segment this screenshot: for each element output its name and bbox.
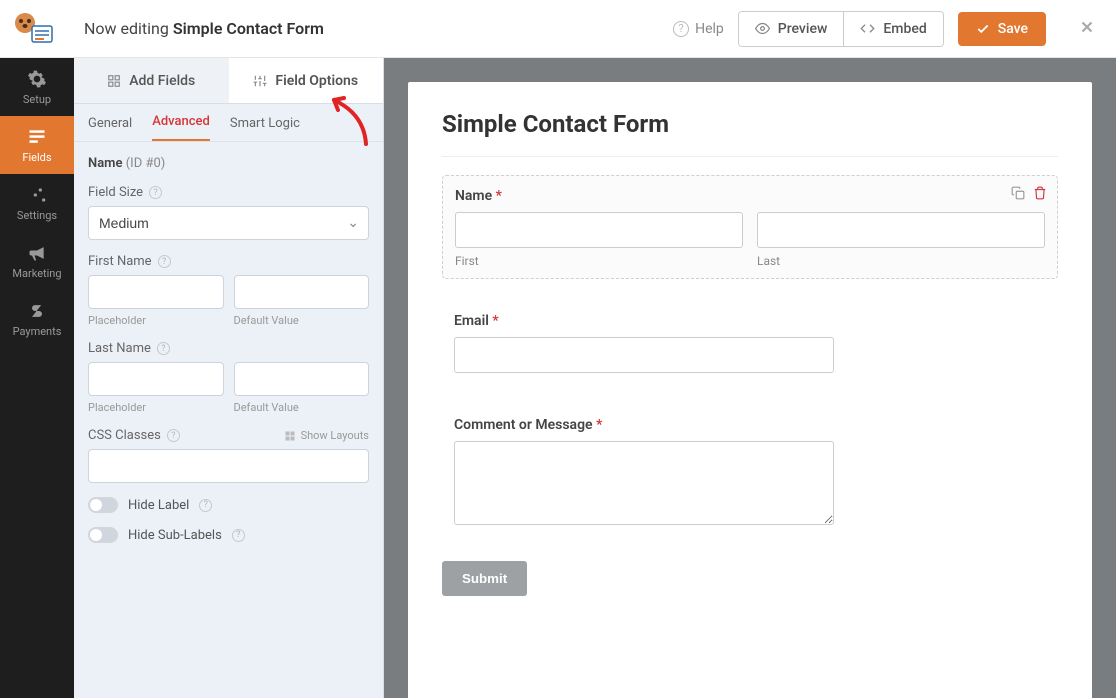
hide-label-toggle[interactable] [88, 497, 118, 513]
placeholder-sublabel: Placeholder [88, 401, 224, 414]
subtab-general[interactable]: General [88, 116, 132, 141]
comment-field-label: Comment or Message * [454, 417, 1046, 433]
default-value-sublabel: Default Value [234, 401, 370, 414]
nav-setup[interactable]: Setup [0, 58, 74, 116]
sliders-icon [253, 74, 267, 88]
field-size-label: Field Size? [88, 185, 369, 200]
last-sublabel: Last [757, 254, 1045, 268]
first-name-default-input[interactable] [234, 275, 370, 309]
show-layouts-link[interactable]: Show Layouts [284, 429, 369, 442]
top-bar: Now editing Simple Contact Form ? Help P… [0, 0, 1116, 58]
subtab-advanced[interactable]: Advanced [152, 114, 210, 141]
field-name-heading: Name (ID #0) [88, 156, 369, 171]
last-name-preview-input[interactable] [757, 212, 1045, 248]
form-icon [27, 127, 47, 147]
default-value-sublabel: Default Value [234, 314, 370, 327]
trash-icon[interactable] [1033, 186, 1047, 200]
help-icon[interactable]: ? [157, 342, 170, 355]
tab-field-options[interactable]: Field Options [229, 58, 384, 104]
placeholder-sublabel: Placeholder [88, 314, 224, 327]
close-icon [1078, 18, 1096, 36]
first-name-preview-input[interactable] [455, 212, 743, 248]
wpforms-logo [12, 11, 56, 47]
last-name-placeholder-input[interactable] [88, 362, 224, 396]
sub-tabs: General Advanced Smart Logic [74, 104, 383, 142]
css-classes-label: CSS Classes? [88, 428, 180, 443]
email-preview-input[interactable] [454, 337, 834, 373]
preview-embed-group: Preview Embed [738, 11, 944, 47]
first-sublabel: First [455, 254, 743, 268]
grid-icon [284, 430, 296, 442]
help-link[interactable]: ? Help [673, 21, 724, 37]
nav-marketing[interactable]: Marketing [0, 232, 74, 290]
submit-button[interactable]: Submit [442, 561, 527, 596]
form-preview-card: Simple Contact Form Name * First Last [408, 82, 1092, 698]
help-icon[interactable]: ? [199, 499, 212, 512]
check-icon [976, 22, 990, 36]
code-icon [860, 21, 875, 36]
first-name-label: First Name? [88, 254, 369, 269]
nav-fields[interactable]: Fields [0, 116, 74, 174]
field-name-block[interactable]: Name * First Last [442, 175, 1058, 279]
hide-sublabels-toggle[interactable] [88, 527, 118, 543]
first-name-placeholder-input[interactable] [88, 275, 224, 309]
now-editing-text: Now editing Simple Contact Form [84, 19, 324, 38]
field-email-block[interactable]: Email * [442, 301, 1058, 383]
name-field-label: Name * [455, 188, 1045, 204]
help-icon[interactable]: ? [167, 429, 180, 442]
nav-settings[interactable]: Settings [0, 174, 74, 232]
eye-icon [755, 21, 770, 36]
help-icon[interactable]: ? [232, 529, 245, 542]
sliders-icon [27, 185, 47, 205]
left-nav: Setup Fields Settings Marketing Payments [0, 58, 74, 698]
last-name-default-input[interactable] [234, 362, 370, 396]
hide-label-text: Hide Label [128, 498, 189, 513]
preview-area: Simple Contact Form Name * First Last [384, 58, 1116, 698]
panel-tabs: Add Fields Field Options [74, 58, 383, 104]
last-name-label: Last Name? [88, 341, 369, 356]
email-field-label: Email * [454, 313, 1046, 329]
css-classes-input[interactable] [88, 449, 369, 483]
gear-icon [27, 69, 47, 89]
duplicate-icon[interactable] [1011, 186, 1025, 200]
preview-button[interactable]: Preview [739, 12, 844, 46]
dollar-icon [27, 301, 47, 321]
close-button[interactable] [1078, 18, 1096, 40]
tab-add-fields[interactable]: Add Fields [74, 58, 229, 104]
subtab-smart-logic[interactable]: Smart Logic [230, 116, 300, 141]
help-icon[interactable]: ? [158, 255, 171, 268]
grid-icon [107, 74, 121, 88]
field-comment-block[interactable]: Comment or Message * [442, 405, 1058, 539]
help-icon[interactable]: ? [149, 186, 162, 199]
side-panel: Add Fields Field Options General Advance… [74, 58, 384, 698]
field-size-select[interactable]: Medium [88, 206, 369, 240]
nav-payments[interactable]: Payments [0, 290, 74, 348]
help-icon: ? [673, 21, 689, 37]
embed-button[interactable]: Embed [843, 12, 942, 46]
megaphone-icon [27, 243, 47, 263]
save-button[interactable]: Save [958, 12, 1046, 46]
panel-body: Name (ID #0) Field Size? Medium ⌄ First … [74, 142, 383, 557]
form-title: Simple Contact Form [442, 110, 1058, 157]
comment-preview-textarea[interactable] [454, 441, 834, 525]
hide-sublabels-text: Hide Sub-Labels [128, 528, 222, 543]
